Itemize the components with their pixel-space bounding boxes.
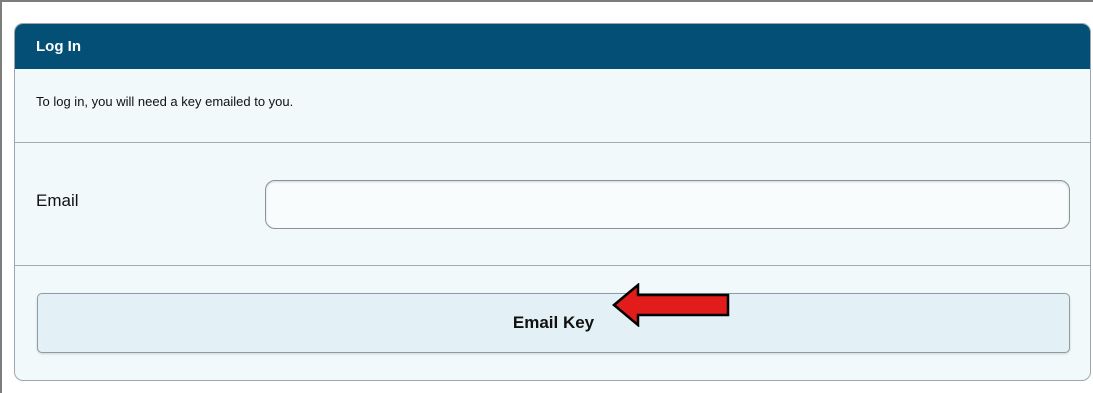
intro-text: To log in, you will need a key emailed t… <box>15 69 1090 143</box>
email-row: Email <box>15 143 1090 266</box>
red-arrow-left-icon <box>612 283 730 327</box>
login-panel: Log In To log in, you will need a key em… <box>14 23 1091 381</box>
email-label: Email <box>36 191 79 210</box>
email-key-button[interactable]: Email Key <box>37 293 1070 353</box>
email-field[interactable] <box>265 180 1070 229</box>
panel-title: Log In <box>15 24 1090 69</box>
button-row: Email Key <box>15 266 1090 380</box>
